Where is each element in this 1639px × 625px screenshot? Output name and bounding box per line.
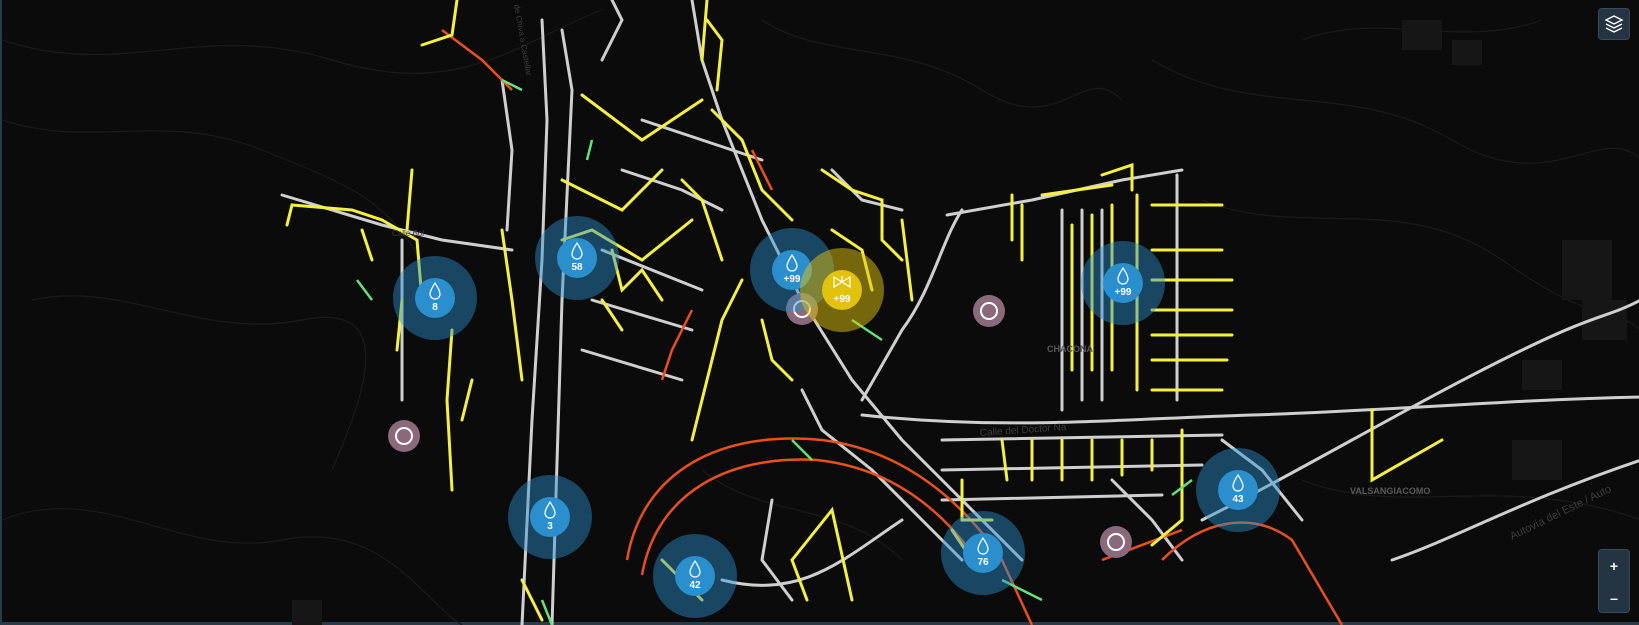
cluster-count: +99 <box>834 294 851 305</box>
cluster-water[interactable]: 43 <box>1196 448 1280 532</box>
zoom-out-button[interactable]: – <box>1599 582 1629 614</box>
marker-point[interactable] <box>1100 526 1132 558</box>
cluster-count: 43 <box>1232 494 1244 505</box>
street-label-bol: Calle Bol <box>392 229 424 238</box>
layers-button[interactable] <box>1598 8 1630 40</box>
cluster-water[interactable]: 58 <box>535 216 619 300</box>
cluster-water[interactable]: 3 <box>508 475 592 559</box>
cluster-water[interactable]: 42 <box>653 534 737 618</box>
place-label-chacona: CHACONA <box>1047 344 1093 354</box>
cluster-water[interactable]: 76 <box>941 511 1025 595</box>
place-label-valsangiacomo: VALSANGIACOMO <box>1350 486 1430 496</box>
cluster-valve[interactable]: +99 <box>800 248 884 332</box>
marker-point[interactable] <box>388 420 420 452</box>
cluster-water[interactable]: 8 <box>393 256 477 340</box>
zoom-control: + – <box>1598 549 1630 613</box>
zoom-in-button[interactable]: + <box>1599 550 1629 582</box>
street-label-doctor: Calle del Doctor Na <box>979 422 1067 439</box>
cluster-count: +99 <box>784 274 801 285</box>
street-label-autovia: Autovía del Este / Auto <box>1508 483 1613 543</box>
street-label-chiva: de Chiva a Castellar <box>512 4 533 77</box>
cluster-count: 8 <box>432 302 438 313</box>
cluster-count: 42 <box>689 580 701 591</box>
cluster-water[interactable]: +99 <box>1081 241 1165 325</box>
cluster-count: 76 <box>977 557 989 568</box>
layers-icon <box>1604 15 1624 33</box>
cluster-count: 3 <box>547 521 553 532</box>
map-canvas[interactable]: CHACONA VALSANGIACOMO Calle del Doctor N… <box>0 0 1639 625</box>
map-layer[interactable]: CHACONA VALSANGIACOMO Calle del Doctor N… <box>2 0 1639 625</box>
cluster-count: +99 <box>1115 287 1132 298</box>
marker-point[interactable] <box>973 295 1005 327</box>
cluster-count: 58 <box>571 262 583 273</box>
